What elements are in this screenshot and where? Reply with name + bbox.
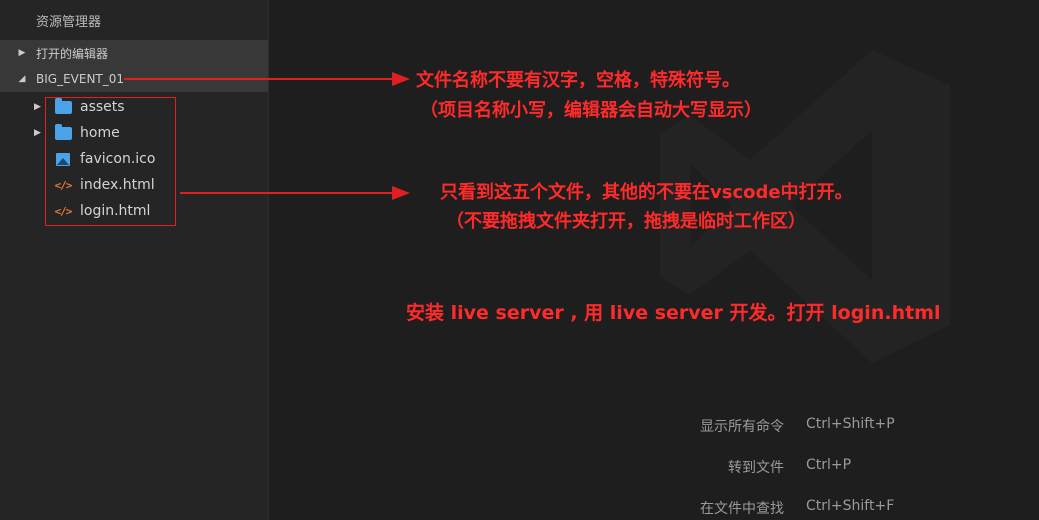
annotation-note-2: （项目名称小写，编辑器会自动大写显示）	[420, 100, 762, 121]
shortcut-label-show-commands: 显示所有命令	[700, 419, 784, 435]
annotation-note-4: （不要拖拽文件夹打开，拖拽是临时工作区）	[446, 211, 806, 232]
shortcut-label-go-to-file: 转到文件	[728, 460, 784, 476]
shortcut-keys-show-commands: Ctrl+Shift+P	[806, 416, 895, 432]
annotation-note-1: 文件名称不要有汉字，空格，特殊符号。	[416, 70, 740, 91]
arrow-to-files	[180, 186, 410, 200]
arrow-to-project	[124, 72, 410, 86]
shortcut-keys-find-in-files: Ctrl+Shift+F	[806, 498, 895, 514]
shortcut-keys-go-to-file: Ctrl+P	[806, 457, 852, 473]
annotation-note-3: 只看到这五个文件，其他的不要在vscode中打开。	[440, 182, 853, 203]
shortcut-label-find-in-files: 在文件中查找	[700, 501, 784, 517]
annotation-note-5: 安装 live server , 用 live server 开发。打开 log…	[406, 302, 941, 324]
